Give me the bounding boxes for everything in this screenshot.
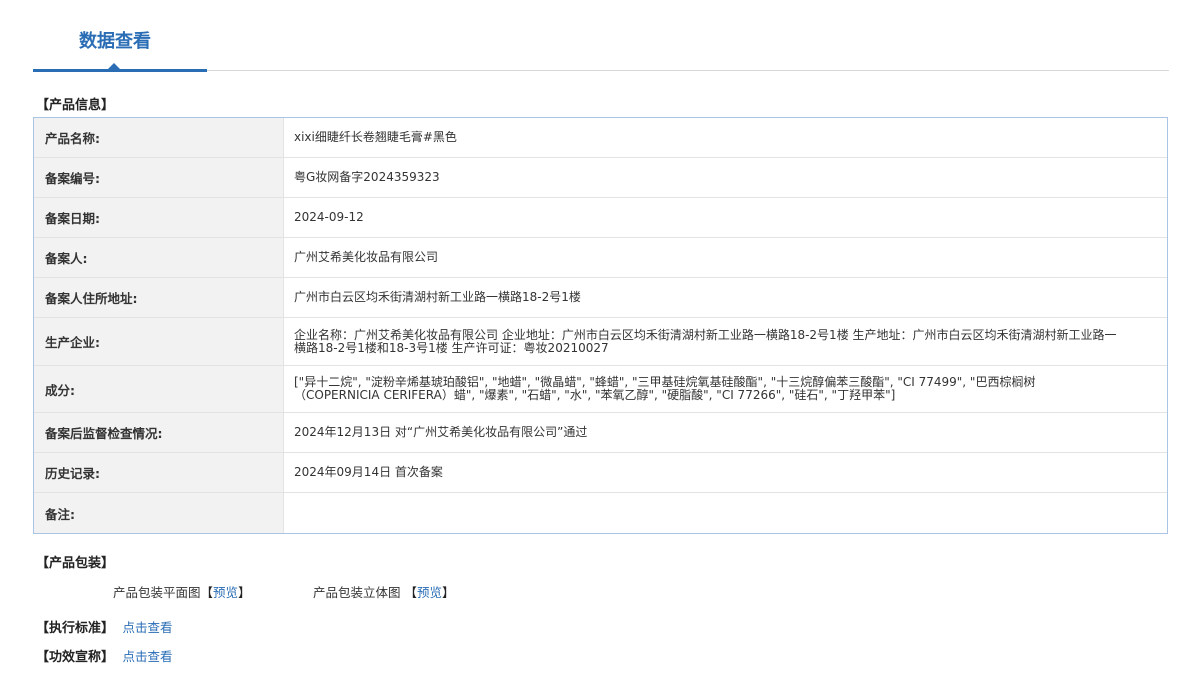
row-label: 备案后监督检查情况: bbox=[34, 413, 284, 452]
row-label: 备案日期: bbox=[34, 198, 284, 237]
caret-up-icon bbox=[108, 63, 120, 69]
row-label: 产品名称: bbox=[34, 118, 284, 157]
efficacy-view-link[interactable]: 点击查看 bbox=[123, 649, 173, 664]
row-label: 备案编号: bbox=[34, 158, 284, 197]
table-row: 产品名称: xixi细睫纤长卷翘睫毛膏#黑色 bbox=[34, 118, 1167, 158]
package-flat-label: 产品包装平面图 bbox=[113, 585, 201, 600]
table-row: 备注: bbox=[34, 493, 1167, 533]
row-value: 企业名称：广州艾希美化妆品有限公司 企业地址：广州市白云区均禾街清湖村新工业路一… bbox=[294, 327, 1117, 355]
package-3d-view: 产品包装立体图 【预览】 bbox=[313, 585, 455, 601]
row-value: 广州艾希美化妆品有限公司 bbox=[294, 250, 439, 264]
efficacy-label: 【功效宣称】 bbox=[36, 650, 115, 665]
table-row: 历史记录: 2024年09月14日 首次备案 bbox=[34, 453, 1167, 493]
table-row: 成分: ["异十二烷", "淀粉辛烯基琥珀酸铝", "地蜡", "微晶蜡", "… bbox=[34, 366, 1167, 413]
package-flat-view: 产品包装平面图【预览】 bbox=[113, 585, 251, 601]
table-row: 备案人: 广州艾希美化妆品有限公司 bbox=[34, 238, 1167, 278]
section-title-standard: 【执行标准】 点击查看 bbox=[36, 619, 173, 638]
row-label: 备案人: bbox=[34, 238, 284, 277]
bracket-close: 】 bbox=[238, 585, 251, 600]
tab-active-underline bbox=[33, 69, 207, 72]
section-title-efficacy: 【功效宣称】 点击查看 bbox=[36, 648, 173, 667]
row-label: 成分: bbox=[34, 366, 284, 412]
table-row: 备案日期: 2024-09-12 bbox=[34, 198, 1167, 238]
row-value: ["异十二烷", "淀粉辛烯基琥珀酸铝", "地蜡", "微晶蜡", "蜂蜡",… bbox=[294, 375, 1036, 402]
standard-label: 【执行标准】 bbox=[36, 621, 115, 636]
table-row: 备案后监督检查情况: 2024年12月13日 对“广州艾希美化妆品有限公司”通过 bbox=[34, 413, 1167, 453]
row-value: 2024年09月14日 首次备案 bbox=[294, 465, 443, 479]
row-label: 备案人住所地址: bbox=[34, 278, 284, 317]
row-value: 广州市白云区均禾街清湖村新工业路一横路18-2号1楼 bbox=[294, 290, 581, 304]
tab-data-view[interactable]: 数据查看 bbox=[33, 0, 207, 72]
section-title-packaging: 【产品包装】 bbox=[36, 556, 115, 571]
bracket-close: 】 bbox=[442, 585, 455, 600]
row-value: 粤G妆网备字2024359323 bbox=[294, 170, 440, 184]
product-info-table: 产品名称: xixi细睫纤长卷翘睫毛膏#黑色 备案编号: 粤G妆网备字20243… bbox=[33, 117, 1168, 534]
row-label: 历史记录: bbox=[34, 453, 284, 492]
standard-view-link[interactable]: 点击查看 bbox=[123, 620, 173, 635]
row-value: 2024-09-12 bbox=[294, 210, 364, 224]
table-row: 生产企业: 企业名称：广州艾希美化妆品有限公司 企业地址：广州市白云区均禾街清湖… bbox=[34, 318, 1167, 366]
row-label: 备注: bbox=[34, 493, 284, 533]
row-value: 2024年12月13日 对“广州艾希美化妆品有限公司”通过 bbox=[294, 425, 588, 439]
table-row: 备案编号: 粤G妆网备字2024359323 bbox=[34, 158, 1167, 198]
bracket-open: 【 bbox=[404, 585, 418, 600]
section-title-product-info: 【产品信息】 bbox=[36, 98, 115, 113]
tab-label: 数据查看 bbox=[79, 31, 151, 52]
bracket-open: 【 bbox=[200, 585, 214, 600]
row-label: 生产企业: bbox=[34, 318, 284, 365]
preview-flat-link[interactable]: 预览 bbox=[213, 585, 238, 600]
tab-bar: 数据查看 bbox=[33, 0, 1169, 72]
package-3d-label: 产品包装立体图 bbox=[313, 585, 401, 600]
table-row: 备案人住所地址: 广州市白云区均禾街清湖村新工业路一横路18-2号1楼 bbox=[34, 278, 1167, 318]
row-value: xixi细睫纤长卷翘睫毛膏#黑色 bbox=[294, 130, 457, 144]
row-value bbox=[284, 493, 1167, 533]
preview-3d-link[interactable]: 预览 bbox=[417, 585, 442, 600]
